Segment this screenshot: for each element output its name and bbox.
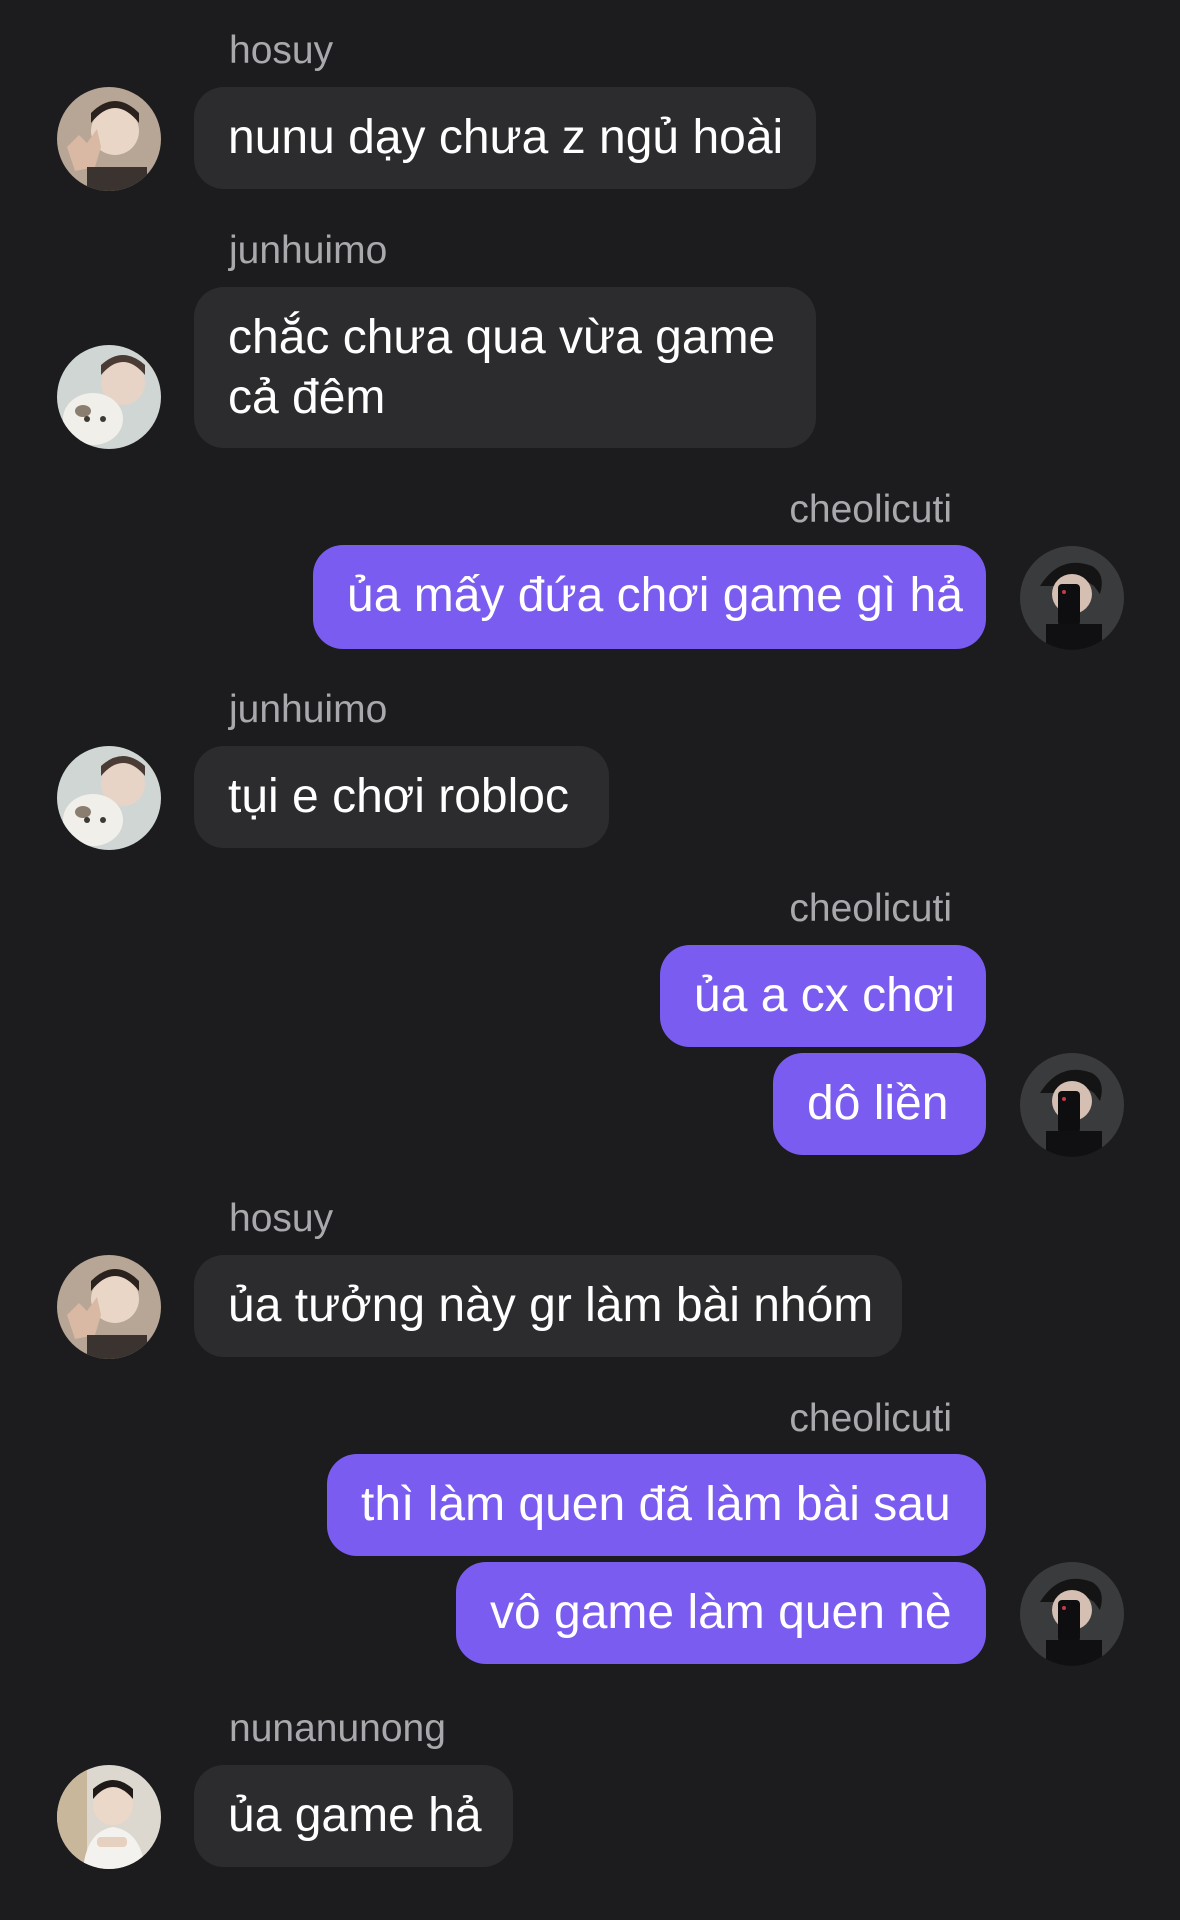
sender-name-hosuy: hosuy [229,1197,334,1240]
sender-name-cheolicuti: cheolicuti [789,887,952,930]
sender-name-nunanunong: nunanunong [229,1707,446,1750]
avatar-hosuy[interactable] [57,87,161,191]
avatar-photo-junhuimo [57,746,161,850]
sender-name-junhuimo: junhuimo [229,688,388,731]
avatar-cheolicuti[interactable] [1020,1562,1124,1666]
message-bubble[interactable]: chắc chưa qua vừa game cả đêm [194,287,816,448]
sender-name-cheolicuti: cheolicuti [789,1397,952,1440]
avatar-photo-nunanunong [57,1765,161,1869]
avatar-photo-cheolicuti [1020,1053,1124,1157]
message-bubble[interactable]: vô game làm quen nè [456,1562,986,1664]
chat-thread[interactable]: hosuy nunu dạy chưa z ngủ hoài junhuimo … [0,0,1180,1920]
avatar-cheolicuti[interactable] [1020,546,1124,650]
sender-name-cheolicuti: cheolicuti [789,488,952,531]
avatar-junhuimo[interactable] [57,746,161,850]
avatar-cheolicuti[interactable] [1020,1053,1124,1157]
avatar-nunanunong[interactable] [57,1765,161,1869]
sender-name-junhuimo: junhuimo [229,229,388,272]
avatar-junhuimo[interactable] [57,345,161,449]
message-bubble[interactable]: tụi e chơi robloc [194,746,609,848]
avatar-photo-hosuy [57,87,161,191]
message-bubble[interactable]: nunu dạy chưa z ngủ hoài [194,87,816,189]
message-bubble[interactable]: ủa a cx chơi [660,945,986,1047]
avatar-photo-cheolicuti [1020,1562,1124,1666]
message-bubble[interactable]: thì làm quen đã làm bài sau [327,1454,986,1556]
avatar-photo-junhuimo [57,345,161,449]
message-bubble[interactable]: ủa mấy đứa chơi game gì hả [313,545,986,649]
sender-name-hosuy: hosuy [229,29,334,72]
avatar-hosuy[interactable] [57,1255,161,1359]
avatar-photo-hosuy [57,1255,161,1359]
message-bubble[interactable]: dô liền [773,1053,986,1155]
avatar-photo-cheolicuti [1020,546,1124,650]
message-bubble[interactable]: ủa tưởng này gr làm bài nhóm [194,1255,902,1357]
message-bubble[interactable]: ủa game hả [194,1765,513,1867]
